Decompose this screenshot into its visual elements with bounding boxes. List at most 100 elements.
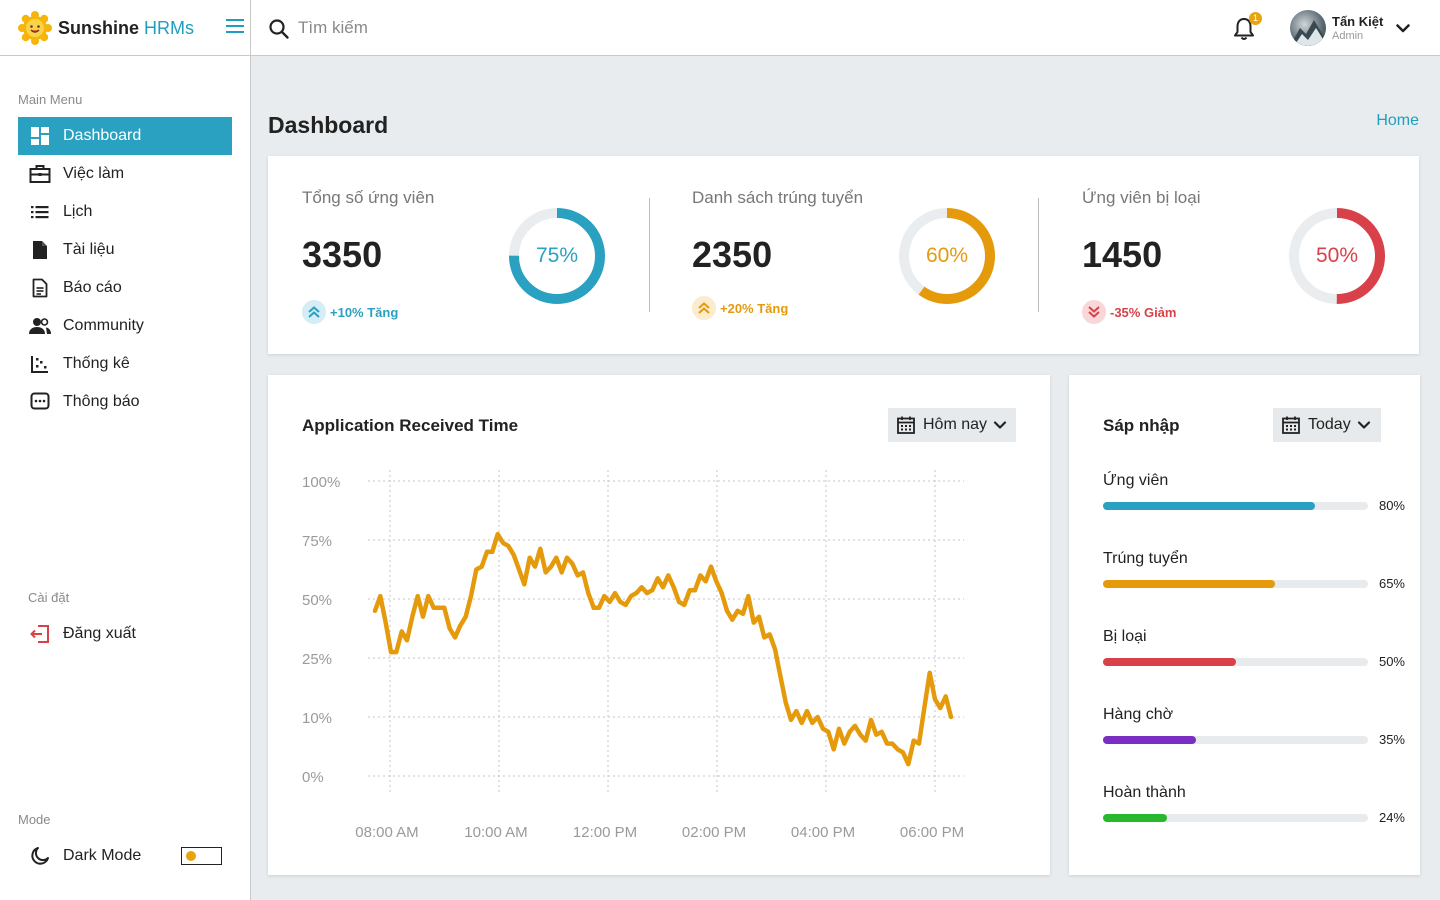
progress-label: Ứng viên (1103, 472, 1169, 489)
search-icon[interactable] (268, 18, 290, 40)
date-filter-dropdown[interactable]: Today (1273, 408, 1381, 442)
search-input[interactable] (298, 14, 798, 42)
x-tick-label: 04:00 PM (791, 824, 855, 841)
user-role: Admin (1332, 30, 1364, 42)
logout-button[interactable]: Đăng xuất (18, 615, 232, 653)
stat-total-candidates: Tổng số ứng viên 3350 +10% Tăng 75% (268, 156, 628, 354)
dark-mode-toggle[interactable] (181, 847, 222, 865)
brand-name-suffix: HRMs (144, 17, 195, 38)
application-chart-card: Application Received Time Hôm nay 100% 75… (268, 375, 1050, 875)
bell-icon[interactable]: 1 (1232, 12, 1262, 44)
x-tick-label: 08:00 AM (355, 824, 418, 841)
progress-track (1103, 580, 1368, 588)
stat-title: Tổng số ứng viên (302, 188, 435, 207)
progress-label: Bị loại (1103, 628, 1147, 645)
sun-logo-icon (18, 11, 52, 45)
progress-track (1103, 502, 1368, 510)
progress-percent: 24% (1378, 810, 1405, 825)
sidebar-item-label: Thông báo (63, 393, 140, 410)
community-icon (29, 315, 51, 337)
progress-percent: 80% (1378, 498, 1405, 513)
progress-ring: 50% (1287, 206, 1387, 306)
progress-item: Trúng tuyển 65% (1103, 550, 1413, 600)
settings-label: Cài đặt (28, 590, 70, 605)
toggle-knob (186, 851, 196, 861)
stat-value: 3350 (302, 234, 383, 275)
main-menu-label: Main Menu (18, 92, 83, 107)
file-icon (29, 239, 51, 261)
progress-item: Bị loại 50% (1103, 628, 1413, 678)
stat-rejected: Ứng viên bị loại 1450 -35% Giảm 50% (1048, 156, 1408, 354)
progress-fill (1103, 736, 1196, 744)
list-icon (29, 201, 51, 223)
progress-ring-label: 50% (1315, 244, 1359, 267)
stats-card: Tổng số ứng viên 3350 +10% Tăng 75% Danh… (268, 156, 1419, 354)
x-tick-label: 12:00 PM (573, 824, 637, 841)
progress-item: Hoàn thành 24% (1103, 784, 1413, 834)
hamburger-menu-icon[interactable] (226, 19, 244, 35)
sidebar-item-label: Dashboard (63, 127, 142, 144)
sidebar-item-jobs[interactable]: Việc làm (18, 155, 232, 193)
sidebar-item-documents[interactable]: Tài liệu (18, 231, 232, 269)
sidebar-item-label: Community (63, 317, 144, 334)
user-name[interactable]: Tấn Kiệt (1332, 14, 1383, 29)
moon-icon (29, 845, 51, 867)
sidebar-item-label: Lịch (63, 203, 93, 220)
sidebar-item-notifications[interactable]: Thông báo (18, 383, 232, 421)
x-tick-label: 02:00 PM (682, 824, 746, 841)
y-tick-label: 10% (302, 710, 332, 727)
double-chevron-down-icon (1082, 300, 1106, 324)
mode-label: Mode (18, 812, 51, 827)
progress-label: Trúng tuyển (1103, 550, 1188, 567)
progress-fill (1103, 502, 1315, 510)
y-tick-label: 75% (302, 533, 332, 550)
stat-trend: +10% Tăng (302, 300, 398, 324)
divider (649, 198, 650, 312)
sidebar-item-statistics[interactable]: Thống kê (18, 345, 232, 383)
chevron-down-icon[interactable] (1394, 19, 1412, 37)
breadcrumb-home-link[interactable]: Home (1376, 112, 1419, 130)
sidebar-item-label: Việc làm (63, 165, 125, 182)
progress-label: Hàng chờ (1103, 706, 1174, 723)
brand[interactable]: Sunshine HRMs (18, 10, 194, 46)
progress-item: Ứng viên 80% (1103, 472, 1413, 522)
progress-label: Hoàn thành (1103, 784, 1186, 801)
y-tick-label: 50% (302, 592, 332, 609)
double-chevron-up-icon (302, 300, 326, 324)
progress-track (1103, 658, 1368, 666)
stat-trend-text: -35% Giảm (1110, 304, 1177, 320)
briefcase-icon (29, 163, 51, 185)
sidebar-item-label: Thống kê (63, 355, 130, 372)
avatar[interactable] (1290, 10, 1326, 46)
page-title: Dashboard (268, 112, 389, 138)
divider (1038, 198, 1039, 312)
progress-item: Hàng chờ 35% (1103, 706, 1413, 756)
progress-percent: 35% (1378, 732, 1405, 747)
sidebar-item-reports[interactable]: Báo cáo (18, 269, 232, 307)
progress-percent: 65% (1378, 576, 1405, 591)
report-icon (29, 277, 51, 299)
top-bar: Sunshine HRMs 1 Tấn Kiệt Admin (0, 0, 1440, 56)
stat-title: Ứng viên bị loại (1082, 188, 1201, 207)
sidebar-item-calendar[interactable]: Lịch (18, 193, 232, 231)
calendar-icon (1281, 415, 1301, 435)
progress-ring: 75% (507, 206, 607, 306)
sidebar-item-label: Báo cáo (63, 279, 122, 296)
stat-shortlisted: Danh sách trúng tuyển 2350 +20% Tăng 60% (658, 156, 1018, 354)
progress-fill (1103, 580, 1276, 588)
brand-name: Sunshine (58, 17, 140, 38)
sidebar-item-dashboard[interactable]: Dashboard (18, 117, 232, 155)
progress-ring-label: 75% (535, 244, 579, 267)
progress-fill (1103, 658, 1236, 666)
logout-label: Đăng xuất (63, 625, 136, 642)
sidebar-item-community[interactable]: Community (18, 307, 232, 345)
progress-track (1103, 736, 1368, 744)
progress-fill (1103, 814, 1167, 822)
dark-mode-label: Dark Mode (63, 847, 142, 864)
double-chevron-up-icon (692, 296, 716, 320)
notification-badge: 1 (1249, 12, 1262, 25)
scatter-chart-icon (29, 353, 51, 375)
stat-value: 1450 (1082, 234, 1163, 275)
y-tick-label: 100% (302, 474, 340, 491)
progress-track (1103, 814, 1368, 822)
